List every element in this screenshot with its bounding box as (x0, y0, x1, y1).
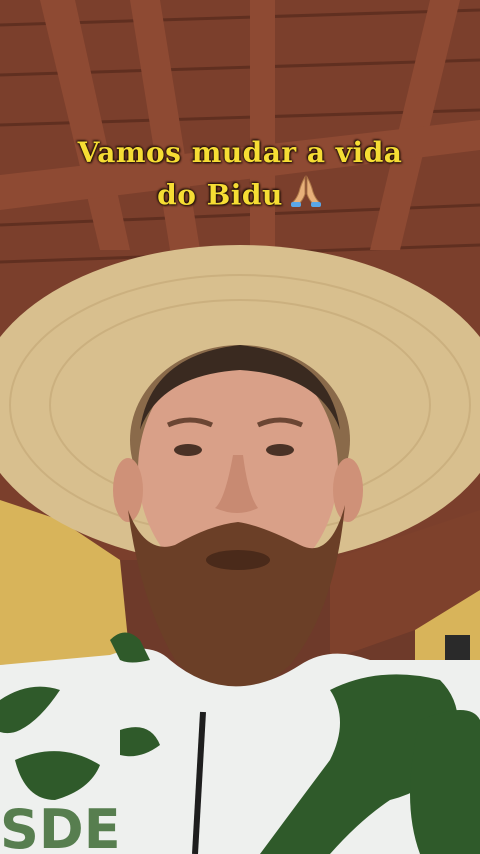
folded-hands-icon (289, 174, 323, 220)
video-frame: SDE Vamos mudar a vida do Bidu (0, 0, 480, 854)
caption-line-2-text: do Bidu (157, 178, 283, 212)
svg-text:SDE: SDE (0, 798, 121, 854)
selfie-scene: SDE (0, 0, 480, 854)
video-caption: Vamos mudar a vida do Bidu (0, 132, 480, 220)
caption-line-2: do Bidu (0, 174, 480, 220)
caption-line-1: Vamos mudar a vida (77, 136, 403, 169)
